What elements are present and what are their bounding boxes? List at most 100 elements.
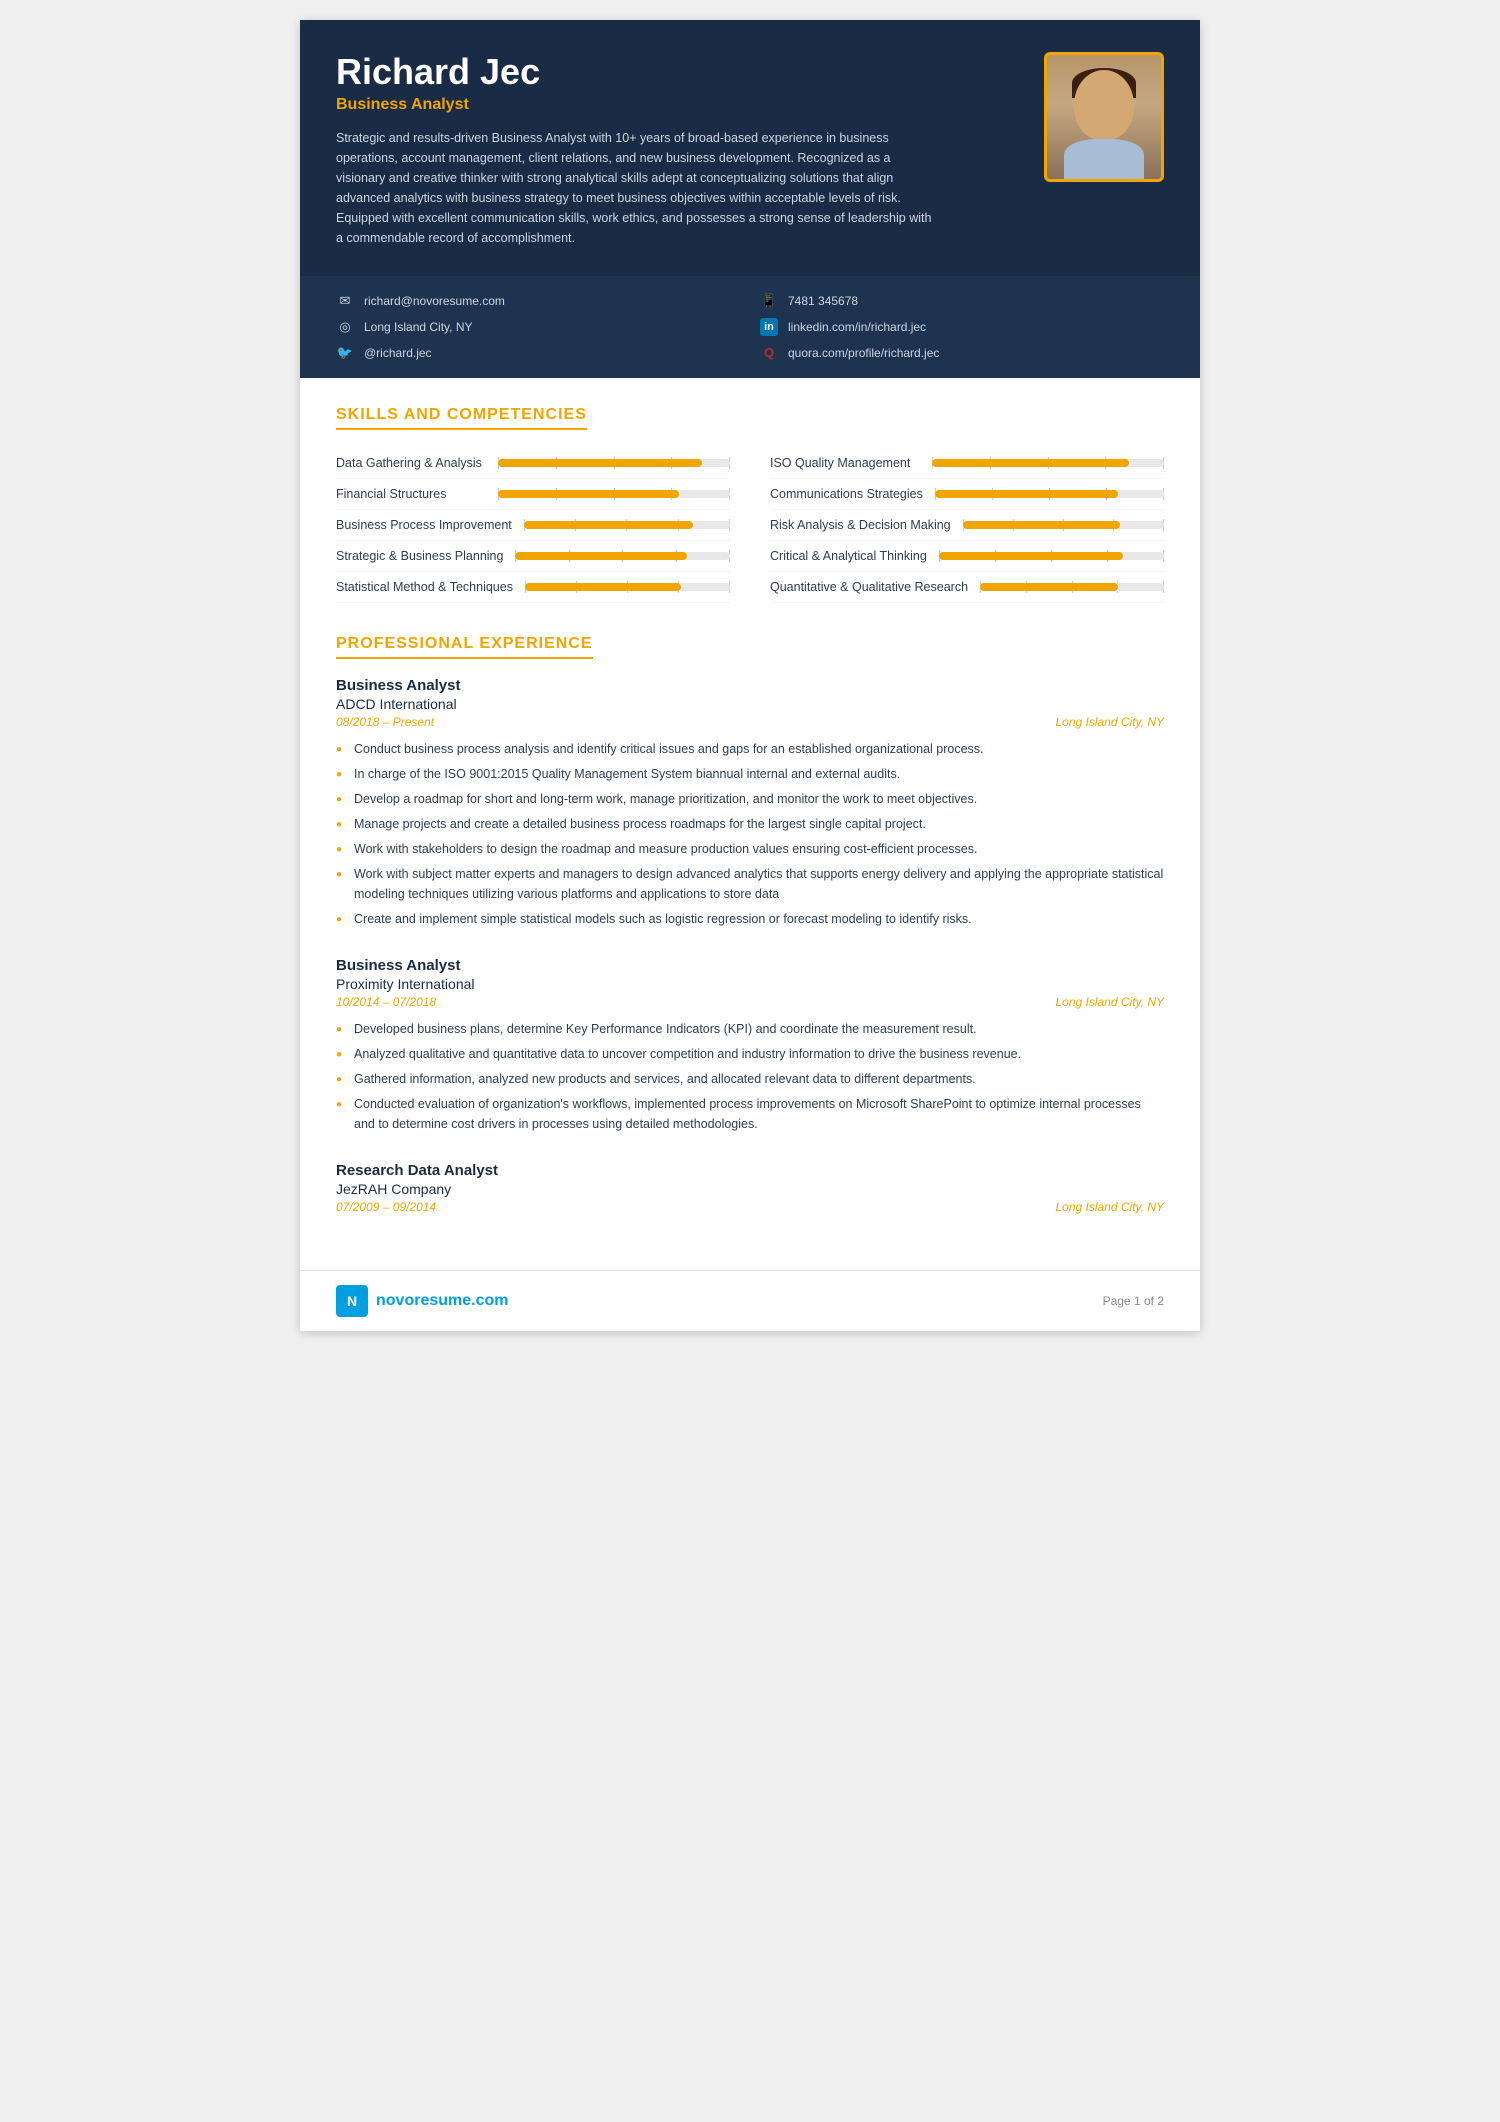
candidate-title: Business Analyst (336, 96, 1020, 114)
skill-bar-container (525, 581, 730, 593)
job-block: Research Data Analyst JezRAH Company 07/… (336, 1162, 1164, 1214)
skills-section: SKILLS AND COMPETENCIES Data Gathering &… (336, 406, 1164, 603)
skill-row: Statistical Method & Techniques (336, 572, 730, 603)
quora-icon: Q (760, 344, 778, 362)
job-location: Long Island City, NY (1056, 1200, 1165, 1214)
location-value: Long Island City, NY (364, 320, 473, 334)
job-title: Business Analyst (336, 677, 1164, 694)
phone-icon: 📱 (760, 292, 778, 310)
skill-bar-track (963, 521, 1164, 529)
job-bullets: Conduct business process analysis and id… (336, 739, 1164, 929)
skill-bar-track (939, 552, 1164, 560)
skill-name: ISO Quality Management (770, 456, 920, 470)
job-bullets: Developed business plans, determine Key … (336, 1019, 1164, 1134)
contact-location: ◎ Long Island City, NY (336, 318, 740, 336)
contact-phone: 📱 7481 345678 (760, 292, 1164, 310)
skill-row: Financial Structures (336, 479, 730, 510)
skill-row: Business Process Improvement (336, 510, 730, 541)
job-meta: 07/2009 – 09/2014 Long Island City, NY (336, 1200, 1164, 1214)
linkedin-icon: in (760, 318, 778, 336)
skill-name: Financial Structures (336, 487, 486, 501)
resume-page: Richard Jec Business Analyst Strategic a… (300, 20, 1200, 1331)
skill-name: Data Gathering & Analysis (336, 456, 486, 470)
job-meta: 08/2018 – Present Long Island City, NY (336, 715, 1164, 729)
skill-name: Risk Analysis & Decision Making (770, 518, 951, 532)
skill-bar-fill (932, 459, 1129, 467)
skill-bar-fill (524, 521, 693, 529)
job-bullet: Conducted evaluation of organization's w… (336, 1094, 1164, 1134)
twitter-value: @richard.jec (364, 346, 432, 360)
footer: N novoresume.com Page 1 of 2 (300, 1270, 1200, 1331)
skill-bar-fill (980, 583, 1118, 591)
skill-name: Quantitative & Qualitative Research (770, 580, 968, 594)
contact-linkedin: in linkedin.com/in/richard.jec (760, 318, 1164, 336)
job-company: ADCD International (336, 696, 1164, 712)
job-bullet: Work with stakeholders to design the roa… (336, 839, 1164, 859)
candidate-summary: Strategic and results-driven Business An… (336, 128, 936, 248)
job-bullet: Analyzed qualitative and quantitative da… (336, 1044, 1164, 1064)
job-bullet: Develop a roadmap for short and long-ter… (336, 789, 1164, 809)
skill-row: Data Gathering & Analysis (336, 448, 730, 479)
skill-bar-container (524, 519, 730, 531)
job-block: Business Analyst Proximity International… (336, 957, 1164, 1134)
skill-bar-container (935, 488, 1164, 500)
skill-bar-track (515, 552, 730, 560)
job-bullet: Create and implement simple statistical … (336, 909, 1164, 929)
skill-name: Statistical Method & Techniques (336, 580, 513, 594)
skill-bar-fill (939, 552, 1124, 560)
job-bullet: Gathered information, analyzed new produ… (336, 1069, 1164, 1089)
job-dates: 08/2018 – Present (336, 715, 434, 729)
skill-bar-track (498, 490, 730, 498)
job-meta: 10/2014 – 07/2018 Long Island City, NY (336, 995, 1164, 1009)
job-bullet: Manage projects and create a detailed bu… (336, 814, 1164, 834)
email-icon: ✉ (336, 292, 354, 310)
job-location: Long Island City, NY (1056, 715, 1165, 729)
contact-bar: ✉ richard@novoresume.com 📱 7481 345678 ◎… (300, 276, 1200, 378)
phone-value: 7481 345678 (788, 294, 858, 308)
skill-bar-container (932, 457, 1164, 469)
footer-page-number: Page 1 of 2 (1103, 1294, 1164, 1308)
skill-bar-track (524, 521, 730, 529)
skill-name: Strategic & Business Planning (336, 549, 503, 563)
job-bullet: Conduct business process analysis and id… (336, 739, 1164, 759)
main-content: SKILLS AND COMPETENCIES Data Gathering &… (300, 378, 1200, 1270)
skill-row: ISO Quality Management (770, 448, 1164, 479)
contact-twitter: 🐦 @richard.jec (336, 344, 740, 362)
job-dates: 07/2009 – 09/2014 (336, 1200, 436, 1214)
skill-name: Critical & Analytical Thinking (770, 549, 927, 563)
skill-name: Communications Strategies (770, 487, 923, 501)
job-title: Research Data Analyst (336, 1162, 1164, 1179)
contact-quora: Q quora.com/profile/richard.jec (760, 344, 1164, 362)
skill-bar-container (515, 550, 730, 562)
skill-row: Risk Analysis & Decision Making (770, 510, 1164, 541)
job-location: Long Island City, NY (1056, 995, 1165, 1009)
header-left: Richard Jec Business Analyst Strategic a… (336, 52, 1020, 248)
skill-bar-track (525, 583, 730, 591)
quora-value: quora.com/profile/richard.jec (788, 346, 939, 360)
job-block: Business Analyst ADCD International 08/2… (336, 677, 1164, 929)
skill-bar-container (498, 488, 730, 500)
job-bullet: In charge of the ISO 9001:2015 Quality M… (336, 764, 1164, 784)
skill-row: Critical & Analytical Thinking (770, 541, 1164, 572)
skills-section-title: SKILLS AND COMPETENCIES (336, 406, 587, 430)
skill-row: Quantitative & Qualitative Research (770, 572, 1164, 603)
job-bullet: Developed business plans, determine Key … (336, 1019, 1164, 1039)
linkedin-value: linkedin.com/in/richard.jec (788, 320, 926, 334)
skill-bar-container (939, 550, 1164, 562)
skill-bar-fill (498, 490, 679, 498)
skill-bar-fill (935, 490, 1118, 498)
twitter-icon: 🐦 (336, 344, 354, 362)
skill-row: Communications Strategies (770, 479, 1164, 510)
job-company: Proximity International (336, 976, 1164, 992)
skill-bar-track (980, 583, 1164, 591)
candidate-photo (1044, 52, 1164, 182)
location-icon: ◎ (336, 318, 354, 336)
candidate-name: Richard Jec (336, 52, 1020, 92)
experience-section-title: PROFESSIONAL EXPERIENCE (336, 635, 593, 659)
footer-logo: N novoresume.com (336, 1285, 508, 1317)
job-title: Business Analyst (336, 957, 1164, 974)
skills-grid: Data Gathering & Analysis Financial Stru… (336, 448, 1164, 603)
experience-section: PROFESSIONAL EXPERIENCE Business Analyst… (336, 635, 1164, 1214)
job-company: JezRAH Company (336, 1181, 1164, 1197)
skill-bar-fill (963, 521, 1120, 529)
